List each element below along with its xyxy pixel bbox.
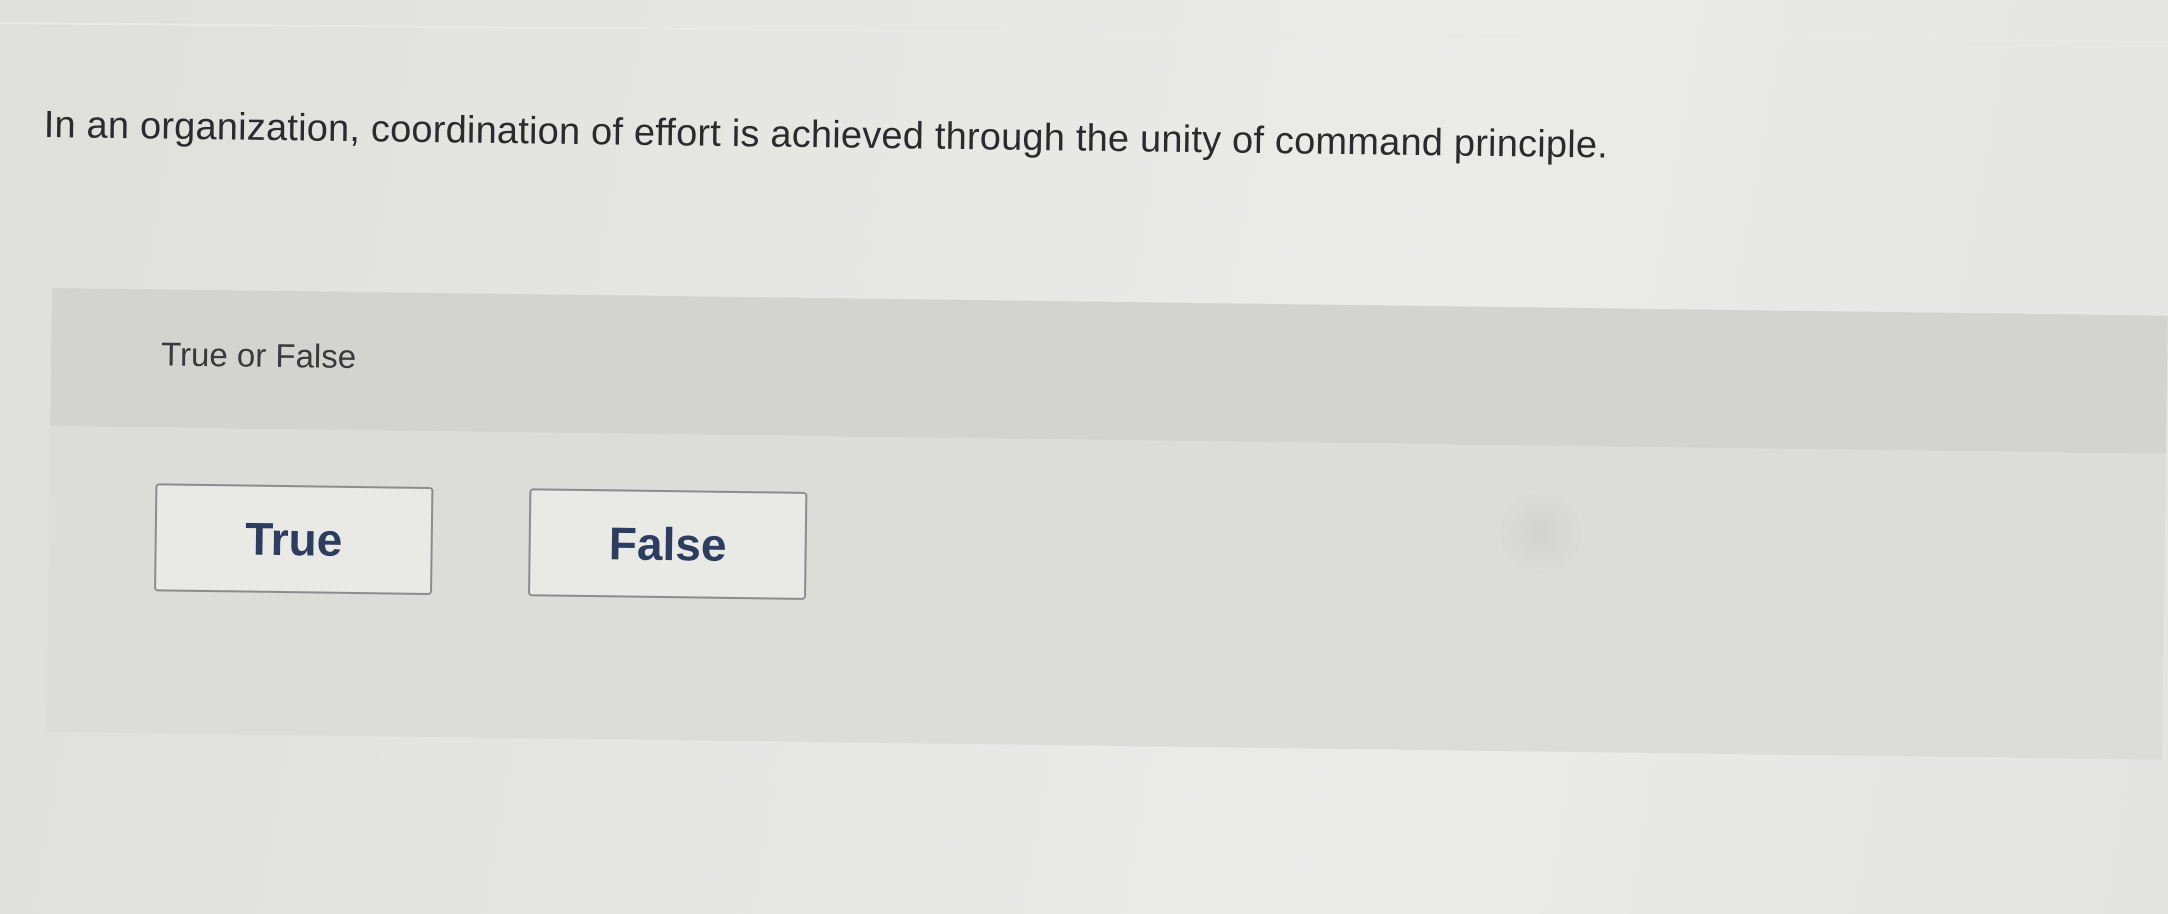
answer-header: True or False (50, 288, 2168, 454)
question-prompt: In an organization, coordination of effo… (43, 104, 1609, 167)
top-divider (0, 22, 2168, 43)
answer-panel: True or False True False (46, 288, 2168, 760)
screen-glare (1500, 492, 1582, 574)
false-button[interactable]: False (528, 488, 808, 600)
question-type-label: True or False (160, 335, 357, 375)
true-button[interactable]: True (154, 483, 434, 596)
